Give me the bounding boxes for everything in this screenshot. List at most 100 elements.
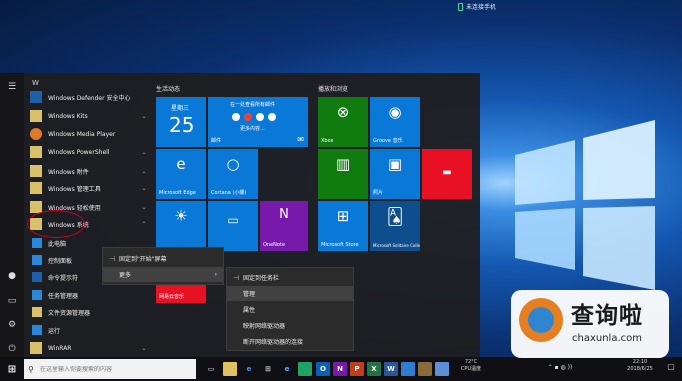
menu-item-manage[interactable]: 管理 bbox=[227, 286, 353, 301]
group-header-life[interactable]: 生活动态 bbox=[156, 84, 180, 93]
cortana-icon: ○ bbox=[226, 155, 240, 173]
folder-icon bbox=[30, 146, 42, 158]
photo-icon: ▣ bbox=[387, 155, 403, 173]
group-header-play[interactable]: 播放和浏览 bbox=[318, 84, 348, 93]
powerpoint-taskbar-icon[interactable]: P bbox=[350, 362, 364, 376]
hamburger-icon[interactable]: ☰ bbox=[6, 81, 18, 93]
excel-taskbar-icon[interactable]: X bbox=[367, 362, 381, 376]
onenote-icon: N bbox=[279, 207, 289, 222]
pin-icon: ⊣ bbox=[233, 273, 240, 282]
phone-icon bbox=[458, 2, 463, 11]
money-tile[interactable]: ▥ bbox=[318, 149, 368, 199]
app-item[interactable]: Windows Defender 安全中心 bbox=[30, 89, 148, 105]
tray-icons[interactable]: ⌃ ▪ ◍ )) bbox=[540, 364, 580, 371]
app-folder[interactable]: Windows 附件 ⌄ bbox=[30, 163, 148, 179]
xbox-tile[interactable]: ⊗ Xbox bbox=[318, 97, 368, 147]
photos-tile[interactable]: ▣ 照片 bbox=[370, 149, 420, 199]
terminal-icon bbox=[32, 272, 42, 282]
user-icon[interactable]: ● bbox=[6, 270, 18, 282]
groove-icon: ◉ bbox=[388, 103, 402, 121]
app-taskbar-icon[interactable] bbox=[435, 362, 449, 376]
menu-item-more[interactable]: 更多 › bbox=[103, 267, 223, 282]
weather-tile[interactable]: ☀ bbox=[156, 201, 206, 251]
app-taskbar-icon[interactable] bbox=[401, 362, 415, 376]
clock[interactable]: 22:10 2018/6/25 bbox=[620, 359, 660, 373]
solitaire-tile[interactable]: 🂡 Microsoft Solitaire Collection bbox=[370, 201, 420, 251]
search-icon: ⚲ bbox=[28, 364, 34, 374]
folder-icon bbox=[30, 182, 42, 194]
menu-item-properties[interactable]: 属性 bbox=[227, 302, 353, 317]
cortana-tile[interactable]: ○ Cortana (小娜) bbox=[208, 149, 258, 199]
devices-tile[interactable]: ▭ bbox=[208, 201, 258, 251]
edge-taskbar-icon[interactable]: e bbox=[242, 362, 256, 376]
app-folder[interactable]: Windows PowerShell ⌄ bbox=[30, 144, 148, 160]
news-icon: ▬ bbox=[442, 167, 452, 178]
menu-item-map-drive[interactable]: 映射网络驱动器 bbox=[227, 318, 353, 333]
app-taskbar-icon[interactable] bbox=[298, 362, 312, 376]
store-taskbar-icon[interactable]: ⊞ bbox=[261, 362, 275, 376]
winrar-taskbar-icon[interactable] bbox=[418, 362, 432, 376]
mail-icon: ✉ bbox=[297, 135, 304, 144]
word-taskbar-icon[interactable]: W bbox=[384, 362, 398, 376]
onenote-taskbar-icon[interactable]: N bbox=[333, 362, 347, 376]
calendar-tile[interactable]: 星期三 25 bbox=[156, 97, 206, 147]
devices-icon: ▭ bbox=[227, 213, 239, 227]
folder-icon bbox=[30, 110, 42, 122]
task-view-icon[interactable]: ▭ bbox=[204, 362, 218, 376]
phone-status-label: 未连接手机 bbox=[466, 4, 497, 11]
context-menu: ⊣ 固定到"开始"屏幕 更多 › bbox=[102, 247, 224, 285]
windows-logo-wallpaper bbox=[515, 120, 655, 290]
run-icon bbox=[32, 325, 42, 335]
search-input[interactable] bbox=[40, 365, 190, 373]
edge-icon: e bbox=[176, 155, 186, 173]
control-panel-icon bbox=[32, 255, 42, 265]
store-icon: ⊞ bbox=[336, 207, 350, 225]
settings-icon[interactable]: ⚙ bbox=[6, 319, 18, 331]
highlight-ring bbox=[27, 210, 85, 238]
documents-icon[interactable]: ▭ bbox=[6, 295, 18, 307]
chart-icon: ▥ bbox=[335, 155, 351, 173]
app-task-manager[interactable]: 任务管理器 bbox=[30, 287, 148, 303]
power-icon[interactable]: ⏻ bbox=[6, 343, 18, 355]
folder-icon bbox=[30, 342, 42, 354]
folder-icon bbox=[32, 307, 42, 317]
edge-tile[interactable]: e Microsoft Edge bbox=[156, 149, 206, 199]
watermark-logo bbox=[519, 298, 563, 342]
folder-icon bbox=[30, 165, 42, 177]
submenu-more: ⊣ 固定到任务栏 管理 属性 映射网络驱动器 断开网络驱动器的连接 bbox=[226, 267, 354, 351]
xbox-icon: ⊗ bbox=[336, 103, 350, 121]
app-run[interactable]: 运行 bbox=[30, 322, 148, 338]
app-file-explorer[interactable]: 文件资源管理器 bbox=[30, 304, 148, 320]
onenote-tile[interactable]: N OneNote bbox=[260, 201, 308, 251]
cards-icon: 🂡 bbox=[386, 207, 404, 226]
shield-icon bbox=[30, 91, 42, 103]
app-folder[interactable]: Windows 管理工具 ⌄ bbox=[30, 180, 148, 196]
outlook-taskbar-icon[interactable]: O bbox=[316, 362, 330, 376]
task-manager-icon bbox=[32, 290, 42, 300]
mail-account-icons bbox=[232, 113, 276, 121]
computer-icon bbox=[32, 238, 42, 248]
cpu-temp-widget[interactable]: 72°C CPU温度 bbox=[457, 359, 485, 373]
sun-icon: ☀ bbox=[174, 207, 188, 225]
app-folder[interactable]: Windows Kits ⌄ bbox=[30, 108, 148, 124]
menu-item-pin-start[interactable]: ⊣ 固定到"开始"屏幕 bbox=[103, 251, 223, 266]
menu-item-disconnect-drive[interactable]: 断开网络驱动器的连接 bbox=[227, 334, 353, 349]
chevron-right-icon: › bbox=[214, 271, 217, 278]
ie-taskbar-icon[interactable]: e bbox=[280, 362, 294, 376]
news-tile[interactable]: ▬ bbox=[422, 149, 472, 199]
windows-start-icon[interactable]: ⊞ bbox=[5, 362, 19, 376]
pin-icon: ⊣ bbox=[109, 254, 116, 263]
media-player-icon bbox=[30, 128, 42, 140]
store-tile[interactable]: ⊞ Microsoft Store bbox=[318, 201, 368, 251]
app-folder[interactable]: WinRAR ⌄ bbox=[30, 340, 148, 356]
taskbar-search[interactable]: ⚲ bbox=[24, 359, 196, 379]
start-rail: ☰ ● ▭ ⚙ ⏻ bbox=[0, 73, 24, 357]
app-item[interactable]: Windows Media Player bbox=[30, 126, 148, 142]
explorer-taskbar-icon[interactable] bbox=[223, 362, 237, 376]
groove-tile[interactable]: ◉ Groove 音乐 bbox=[370, 97, 420, 147]
menu-item-pin-taskbar[interactable]: ⊣ 固定到任务栏 bbox=[227, 270, 353, 285]
mail-tile[interactable]: 在一处查看所有邮件 更多内容... 邮件 ✉ bbox=[208, 97, 308, 147]
taskbar: ⊞ ⚲ ▭ e ⊞ e O N P X W 72°C CPU温度 ⌃ ▪ ◍ )… bbox=[0, 357, 682, 381]
notification-icon[interactable]: ▢ bbox=[664, 363, 678, 371]
section-letter[interactable]: W bbox=[32, 79, 39, 87]
